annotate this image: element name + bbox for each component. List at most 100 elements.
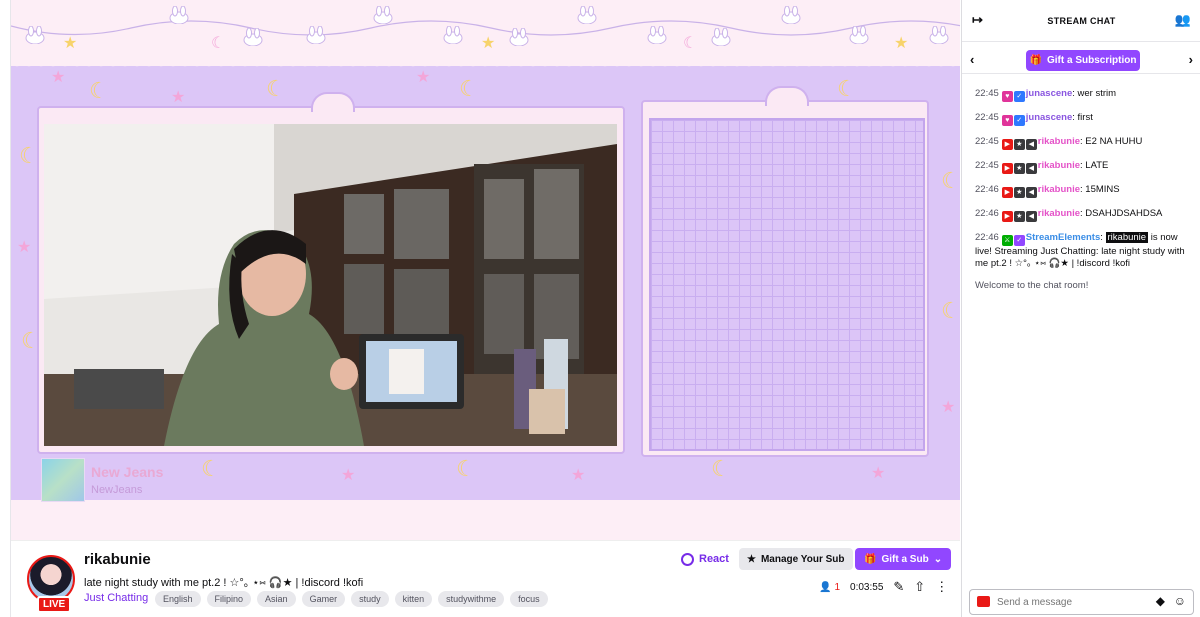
tag[interactable]: Gamer: [301, 591, 346, 607]
mention[interactable]: rikabunie: [1105, 232, 1149, 243]
bunny-icon: [781, 6, 801, 24]
mute-badge-icon: ◀: [1025, 163, 1037, 174]
tag[interactable]: Asian: [257, 591, 296, 607]
moon-icon: ☾: [711, 456, 731, 481]
star-icon: ★: [747, 553, 756, 565]
manage-sub-label: Manage Your Sub: [760, 553, 845, 565]
chat-panel: ↦ STREAM CHAT 👥 ‹ 🎁 Gift a Subscription …: [961, 0, 1200, 617]
moon-icon: ☾: [459, 76, 479, 101]
more-options-icon[interactable]: ⋮: [935, 579, 948, 595]
message-time: 22:46: [975, 232, 999, 243]
moon-icon: ☾: [837, 76, 857, 101]
message-user[interactable]: rikabunie: [1038, 184, 1080, 195]
mute-badge-icon: ◀: [1025, 139, 1037, 150]
camera-frame: [37, 92, 625, 454]
chevron-down-icon: ⌄: [933, 553, 943, 565]
message-user[interactable]: junascene: [1026, 112, 1072, 123]
broadcaster-badge-icon: ▶: [1001, 187, 1013, 198]
camera-icon[interactable]: [977, 596, 990, 607]
bits-icon[interactable]: ◆: [1156, 594, 1165, 608]
moon-icon: ☾: [456, 456, 476, 481]
moderator-badge-icon: ⚔: [1001, 235, 1013, 246]
frame-ears: [765, 86, 809, 106]
message-user[interactable]: rikabunie: [1038, 136, 1080, 147]
message-user[interactable]: junascene: [1026, 88, 1072, 99]
webcam-scene: [44, 124, 617, 446]
community-icon[interactable]: 👥: [1175, 12, 1191, 28]
manage-sub-button[interactable]: ★ Manage Your Sub: [739, 548, 853, 570]
message-time: 22:46: [975, 208, 999, 219]
tag[interactable]: focus: [510, 591, 548, 607]
tag[interactable]: English: [155, 591, 201, 607]
message-text: : 15MINS: [1080, 184, 1120, 195]
bunny-icon: [849, 26, 869, 44]
message-user[interactable]: rikabunie: [1038, 160, 1080, 171]
category-link[interactable]: Just Chatting: [84, 592, 148, 604]
message-text: : wer strim: [1072, 88, 1117, 99]
chat-input-box[interactable]: ◆ ☺: [969, 589, 1194, 615]
message-user[interactable]: rikabunie: [1038, 208, 1080, 219]
star-icon: ★: [17, 239, 32, 256]
now-playing-widget: New Jeans NewJeans: [41, 458, 201, 504]
star-icon: ★: [571, 467, 586, 484]
star-icon: ★: [894, 35, 909, 52]
stream-stats: 👤 1 0:03:55 ✎ ⇧ ⋮: [819, 579, 948, 595]
bunny-icon: [577, 6, 597, 24]
broadcaster-badge-icon: ▶: [1001, 139, 1013, 150]
album-cover: [41, 458, 85, 502]
webcam-feed: [44, 124, 617, 446]
chevron-right-icon[interactable]: ›: [1189, 52, 1193, 67]
react-button[interactable]: React: [681, 548, 729, 570]
moon-icon: ☾: [201, 456, 221, 481]
star-icon: ★: [871, 465, 886, 482]
gift-sub-button[interactable]: 🎁 Gift a Sub ⌄: [855, 548, 952, 570]
overlay-bottom-band: [11, 500, 960, 540]
message-user[interactable]: StreamElements: [1026, 232, 1100, 243]
gift-subscription-button[interactable]: 🎁 Gift a Subscription: [1026, 50, 1140, 71]
grid-panel: [649, 118, 925, 451]
star-icon: ★: [51, 69, 66, 86]
left-edge-strip: [0, 0, 11, 617]
bunny-icon: [711, 28, 731, 46]
viewer-count-value: 1: [834, 581, 841, 593]
message-time: 22:45: [975, 160, 999, 171]
chat-message: 22:46 ▶ ★ ◀ rikabunie: 15MINS: [975, 184, 1193, 198]
moon-icon: ☾: [941, 298, 960, 323]
verified-bot-badge-icon: ✓: [1013, 235, 1025, 246]
chat-input[interactable]: [997, 594, 1147, 610]
chevron-left-icon[interactable]: ‹: [970, 52, 974, 67]
star-icon: ★: [171, 89, 186, 106]
moon-icon: ☾: [89, 78, 109, 103]
edit-icon[interactable]: ✎: [893, 579, 904, 595]
star-icon: ★: [341, 467, 356, 484]
tag[interactable]: studywithme: [438, 591, 505, 607]
emote-icon[interactable]: ☺: [1174, 594, 1186, 608]
share-icon[interactable]: ⇧: [914, 579, 925, 595]
bunny-icon: [306, 26, 326, 44]
stream-title: late night study with me pt.2 ! ☆°｡ ⋆⑅ 🎧…: [84, 577, 364, 589]
message-text: : DSAHJDSAHDSA: [1080, 208, 1163, 219]
tag[interactable]: study: [351, 591, 389, 607]
tag[interactable]: kitten: [394, 591, 433, 607]
verified-badge-icon: ✓: [1013, 91, 1025, 102]
chat-message: 22:45 ▶ ★ ◀ rikabunie: E2 NA HUHU: [975, 136, 1193, 150]
stream-video[interactable]: ☾ ☾ ☾ ☾ ★ ★ ★ ★ ★ ★ ☾ ☾ ☾ ☾ ★ ☾ ★ ☾ ☾ ☾ …: [11, 0, 960, 540]
star-icon: ★: [941, 399, 956, 416]
message-time: 22:45: [975, 136, 999, 147]
tag-list: English Filipino Asian Gamer study kitte…: [155, 591, 548, 607]
heart-badge-icon: ♥: [1001, 91, 1013, 102]
uptime: 0:03:55: [850, 581, 884, 593]
bunny-icon: [25, 26, 45, 44]
chat-header: ↦ STREAM CHAT 👥: [962, 0, 1200, 42]
star-badge-icon: ★: [1013, 211, 1025, 222]
message-text: : E2 NA HUHU: [1080, 136, 1143, 147]
tag[interactable]: Filipino: [206, 591, 252, 607]
message-time: 22:45: [975, 88, 999, 99]
bunny-icon: [373, 6, 393, 24]
react-icon: [681, 552, 694, 566]
frame-ears: [311, 92, 355, 112]
channel-name[interactable]: rikabunie: [84, 551, 151, 568]
verified-badge-icon: ✓: [1013, 115, 1025, 126]
gift-subscription-label: Gift a Subscription: [1047, 55, 1137, 66]
message-time: 22:46: [975, 184, 999, 195]
